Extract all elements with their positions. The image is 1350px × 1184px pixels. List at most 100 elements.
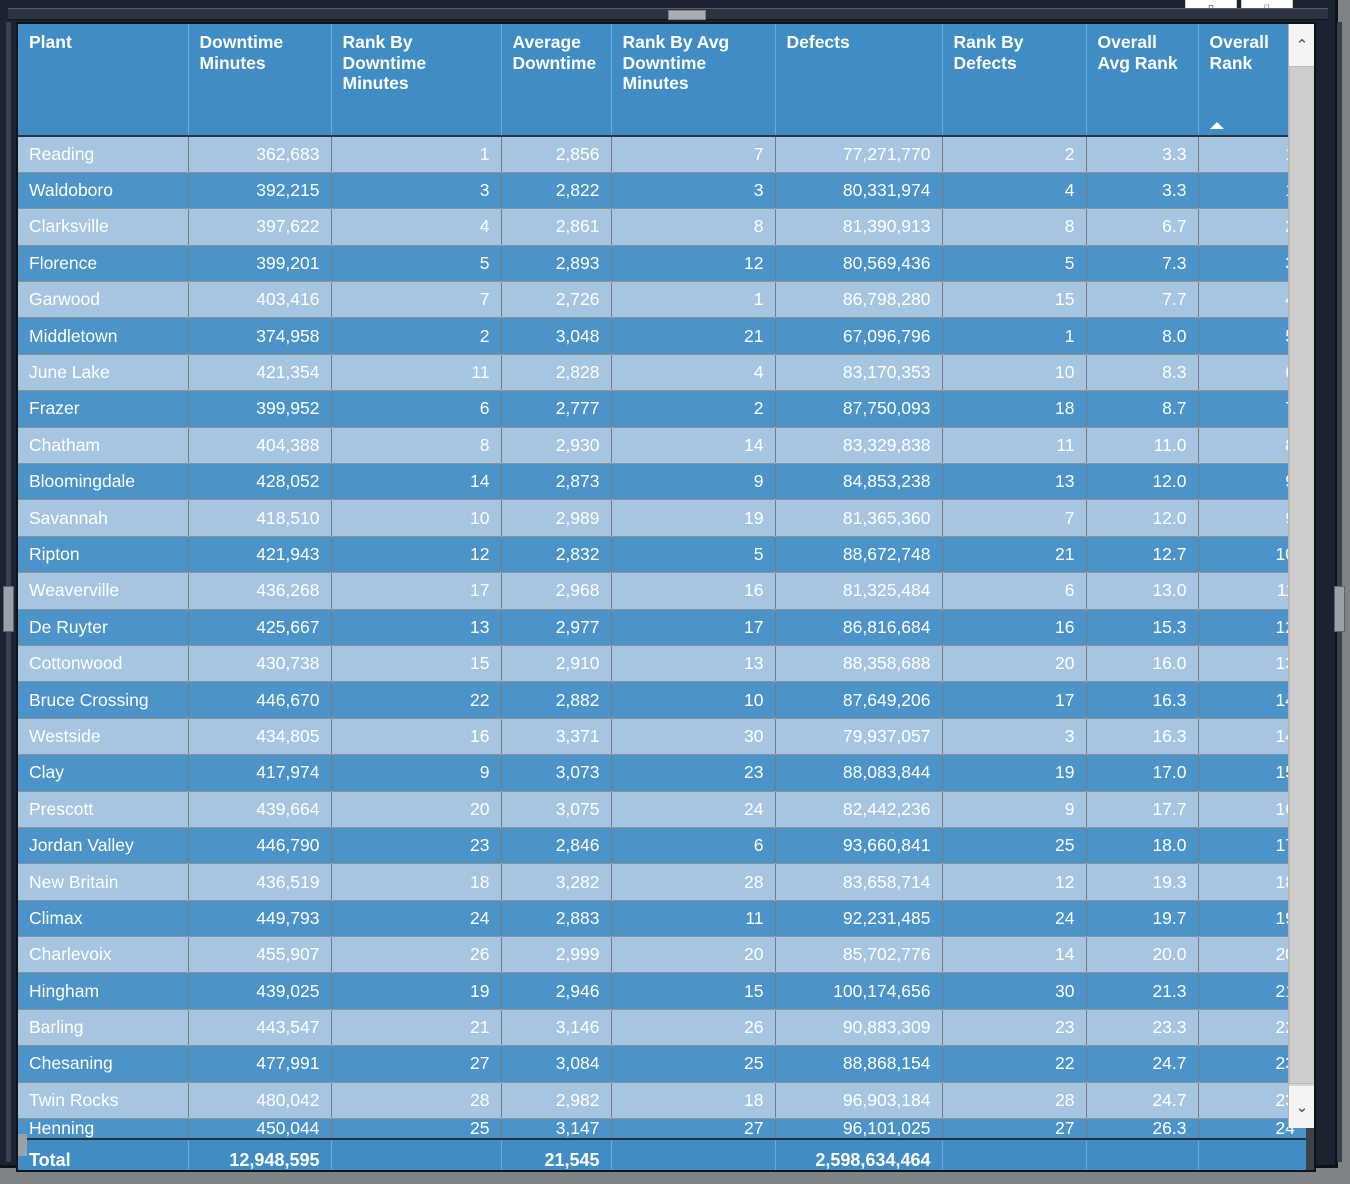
cell-defects: 93,660,841 bbox=[775, 827, 943, 865]
cell-rank_downtime: 22 bbox=[331, 681, 502, 719]
table-row[interactable]: June Lake421,354112,828483,170,353108.36 bbox=[18, 354, 1306, 392]
total-rank-by-defects bbox=[942, 1137, 1087, 1170]
table-row[interactable]: Reading362,68312,856777,271,77023.31 bbox=[18, 136, 1306, 173]
cell-avg_downtime: 2,999 bbox=[501, 936, 612, 974]
table-row[interactable]: New Britain 436,519 18 3,282 28 83,658,714 12 1… bbox=[18, 863, 1306, 901]
cell-rank_defects: 17 bbox=[942, 681, 1087, 719]
cell-avg_downtime: 2,846 bbox=[501, 827, 612, 865]
table-header: Plant Downtime Minutes Rank By Downtime … bbox=[18, 24, 1306, 137]
cell-rank_avg: 10 bbox=[611, 681, 776, 719]
column-header-rank-by-downtime-minutes[interactable]: Rank By Downtime Minutes bbox=[331, 24, 502, 137]
cell-rank_avg: 21 bbox=[611, 317, 776, 355]
cell-plant: Chesaning bbox=[18, 1045, 189, 1083]
table-row[interactable]: De Ruyter 425,667 13 2,977 17 86,816,684 16 15.… bbox=[18, 609, 1306, 646]
table-row[interactable]: Westside 434,805 16 3,371 30 79,937,057 3 16.3 1… bbox=[18, 718, 1306, 756]
table-row[interactable]: Hingham 439,025 19 2,946 15 100,174,656 30 21.3… bbox=[18, 972, 1306, 1010]
cell-overall_avg_rank: 8.0 bbox=[1086, 317, 1199, 355]
cell-defects: 83,170,353 bbox=[775, 354, 943, 392]
column-header-plant[interactable]: Plant bbox=[18, 24, 189, 137]
cell-avg_downtime: 2,832 bbox=[501, 536, 612, 574]
chevron-down-icon: ⌄ bbox=[1295, 1098, 1309, 1116]
cell-downtime: 417,974 bbox=[188, 754, 332, 792]
cell-rank_downtime: 2 bbox=[331, 317, 502, 355]
cell-overall_avg_rank: 3.3 bbox=[1086, 136, 1199, 173]
cell-rank_defects: 13 bbox=[942, 463, 1087, 501]
sort-ascending-icon bbox=[1209, 122, 1224, 129]
table-row[interactable]: Barling 443,547 21 3,146 26 90,883,309 23 23.3 2… bbox=[18, 1009, 1306, 1047]
total-downtime-minutes: 12,948,595 bbox=[188, 1137, 332, 1170]
table-row[interactable]: Prescott 439,664 20 3,075 24 82,442,236 9 17.7 1… bbox=[18, 791, 1306, 828]
bottom-left-resize-handle[interactable] bbox=[18, 1134, 27, 1156]
cell-rank_avg: 16 bbox=[611, 572, 776, 610]
cell-defects: 96,903,184 bbox=[775, 1082, 943, 1120]
scroll-up-button[interactable]: ⌃ bbox=[1289, 24, 1314, 66]
column-header-defects[interactable]: Defects bbox=[775, 24, 943, 137]
cell-avg_downtime: 2,910 bbox=[501, 645, 612, 683]
table-row[interactable]: Clay 417,974 9 3,073 23 88,083,844 19 17.0 15 bbox=[18, 754, 1306, 792]
cell-rank_defects: 8 bbox=[942, 208, 1087, 246]
table-row[interactable]: Weaverville 436,268 17 2,968 16 81,325,484 6 13… bbox=[18, 572, 1306, 610]
table-row[interactable]: Bruce Crossing 446,670 22 2,882 10 87,649,206… bbox=[18, 681, 1306, 719]
cell-rank_avg: 9 bbox=[611, 463, 776, 501]
column-header-rank-by-defects[interactable]: Rank By Defects bbox=[942, 24, 1087, 137]
right-resize-handle[interactable] bbox=[1334, 586, 1345, 632]
cell-rank_downtime: 23 bbox=[331, 827, 502, 865]
cell-downtime: 436,519 bbox=[188, 863, 332, 901]
table-row[interactable]: Jordan Valley 446,790 23 2,846 6 93,660,841 25… bbox=[18, 827, 1306, 865]
table-row[interactable]: Florence399,20152,8931280,569,43657.33 bbox=[18, 245, 1306, 283]
vertical-scrollbar-thumb[interactable] bbox=[1289, 66, 1314, 1084]
table-row[interactable]: Cottonwood 430,738 15 2,910 13 88,358,688 20 16… bbox=[18, 645, 1306, 683]
cell-rank_downtime: 1 bbox=[331, 136, 502, 173]
cell-rank_defects: 27 bbox=[942, 1118, 1087, 1139]
cell-defects: 81,365,360 bbox=[775, 499, 943, 537]
table-row[interactable]: Climax 449,793 24 2,883 11 92,231,485 24 19.7 19 bbox=[18, 900, 1306, 938]
table-row[interactable]: Ripton 421,943 12 2,832 5 88,672,748 21 12.7 10 bbox=[18, 536, 1306, 574]
table-row[interactable]: Savannah418,510102,9891981,365,360712.09 bbox=[18, 499, 1306, 537]
table-row[interactable]: Frazer399,95262,777287,750,093188.77 bbox=[18, 390, 1306, 428]
table-footer: Total 12,948,595 21,545 2,598,634,464 bbox=[18, 1137, 1306, 1170]
table-row[interactable]: Middletown374,95823,0482167,096,79618.05 bbox=[18, 317, 1306, 355]
table-row[interactable]: Clarksville397,62242,861881,390,91386.72 bbox=[18, 208, 1306, 246]
cell-overall_avg_rank: 15.3 bbox=[1086, 609, 1199, 646]
cell-rank_defects: 9 bbox=[942, 791, 1087, 828]
horizontal-scrollbar[interactable] bbox=[8, 8, 1328, 20]
cell-plant: Bloomingdale bbox=[18, 463, 189, 501]
cell-downtime: 436,268 bbox=[188, 572, 332, 610]
table-row[interactable]: Garwood403,41672,726186,798,280157.74 bbox=[18, 281, 1306, 319]
cell-overall_avg_rank: 17.7 bbox=[1086, 791, 1199, 828]
cell-downtime: 439,664 bbox=[188, 791, 332, 828]
vertical-scrollbar[interactable]: ⌃ ⌄ bbox=[1288, 24, 1314, 1128]
cell-rank_defects: 21 bbox=[942, 536, 1087, 574]
cell-defects: 88,868,154 bbox=[775, 1045, 943, 1083]
cell-overall_avg_rank: 8.3 bbox=[1086, 354, 1199, 392]
table-row[interactable]: Chesaning 477,991 27 3,084 25 88,868,154 22 24.… bbox=[18, 1045, 1306, 1083]
cell-downtime: 477,991 bbox=[188, 1045, 332, 1083]
scroll-down-button[interactable]: ⌄ bbox=[1289, 1086, 1314, 1128]
cell-defects: 82,442,236 bbox=[775, 791, 943, 828]
table-row[interactable]: Charlevoix 455,907 26 2,999 20 85,702,776 14 20… bbox=[18, 936, 1306, 974]
left-resize-handle[interactable] bbox=[3, 586, 14, 632]
column-header-rank-by-avg-downtime-minutes[interactable]: Rank By Avg Downtime Minutes bbox=[611, 24, 776, 137]
horizontal-scrollbar-thumb[interactable] bbox=[668, 10, 706, 20]
table-row[interactable]: Twin Rocks 480,042 28 2,982 18 96,903,184 28 24… bbox=[18, 1082, 1306, 1120]
table-row[interactable]: Chatham404,38882,9301483,329,8381111.08 bbox=[18, 427, 1306, 465]
cell-rank_defects: 2 bbox=[942, 136, 1087, 173]
table-row-clipped[interactable]: Henning 450,044 25 3,147 27 96,101,025 27 26.3 2… bbox=[18, 1118, 1306, 1139]
cell-avg_downtime: 2,856 bbox=[501, 136, 612, 173]
cell-overall_avg_rank: 8.7 bbox=[1086, 390, 1199, 428]
table-row[interactable]: Bloomingdale 428,052 14 2,873 9 84,853,238 13 1… bbox=[18, 463, 1306, 501]
cell-rank_downtime: 25 bbox=[331, 1118, 502, 1139]
cell-rank_defects: 22 bbox=[942, 1045, 1087, 1083]
cell-rank_avg: 20 bbox=[611, 936, 776, 974]
cell-overall_avg_rank: 6.7 bbox=[1086, 208, 1199, 246]
cell-avg_downtime: 2,828 bbox=[501, 354, 612, 392]
table-row[interactable]: Waldoboro392,21532,822380,331,97443.31 bbox=[18, 172, 1306, 210]
cell-rank_downtime: 28 bbox=[331, 1082, 502, 1120]
column-header-average-downtime[interactable]: Average Downtime bbox=[501, 24, 612, 137]
column-header-downtime-minutes[interactable]: Downtime Minutes bbox=[188, 24, 332, 137]
cell-plant: Garwood bbox=[18, 281, 189, 319]
cell-avg_downtime: 2,968 bbox=[501, 572, 612, 610]
column-header-overall-avg-rank[interactable]: Overall Avg Rank bbox=[1086, 24, 1199, 137]
cell-rank_defects: 15 bbox=[942, 281, 1087, 319]
cell-rank_defects: 18 bbox=[942, 390, 1087, 428]
